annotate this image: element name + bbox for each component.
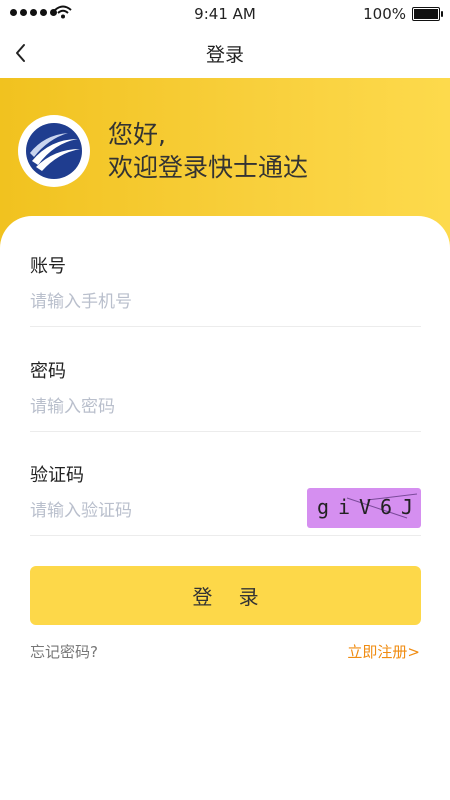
page-title: 登录 bbox=[205, 44, 244, 66]
greeting-line-1: 您好, bbox=[108, 120, 166, 149]
logo-icon bbox=[26, 123, 82, 179]
phone-input[interactable] bbox=[30, 292, 421, 312]
captcha-image[interactable]: giV6J bbox=[307, 488, 421, 528]
captcha-input[interactable] bbox=[30, 501, 290, 521]
password-input[interactable] bbox=[30, 397, 421, 417]
captcha-label: 验证码 bbox=[30, 465, 84, 486]
battery-percentage: 100% bbox=[363, 5, 406, 23]
divider bbox=[30, 535, 421, 536]
register-link[interactable]: 立即注册> bbox=[347, 641, 420, 662]
navigation-bar: 登录 bbox=[0, 28, 450, 78]
greeting-line-2: 欢迎登录快士通达 bbox=[108, 153, 309, 182]
login-form-card: 账号 密码 验证码 giV6J 登 录 忘记密码? 立即注册> bbox=[0, 216, 450, 800]
company-logo bbox=[18, 115, 90, 187]
battery-icon bbox=[412, 7, 443, 21]
forgot-password-link[interactable]: 忘记密码? bbox=[30, 641, 98, 662]
divider bbox=[30, 431, 421, 432]
account-label: 账号 bbox=[30, 256, 66, 277]
captcha-field: 验证码 giV6J bbox=[30, 461, 421, 536]
password-field: 密码 bbox=[30, 357, 421, 432]
welcome-text: 您好, 欢迎登录快士通达 bbox=[108, 118, 308, 184]
login-button[interactable]: 登 录 bbox=[30, 566, 421, 625]
divider bbox=[30, 326, 421, 327]
status-bar: 9:41 AM 100% bbox=[0, 0, 450, 28]
account-field: 账号 bbox=[30, 252, 421, 327]
password-label: 密码 bbox=[30, 361, 66, 382]
